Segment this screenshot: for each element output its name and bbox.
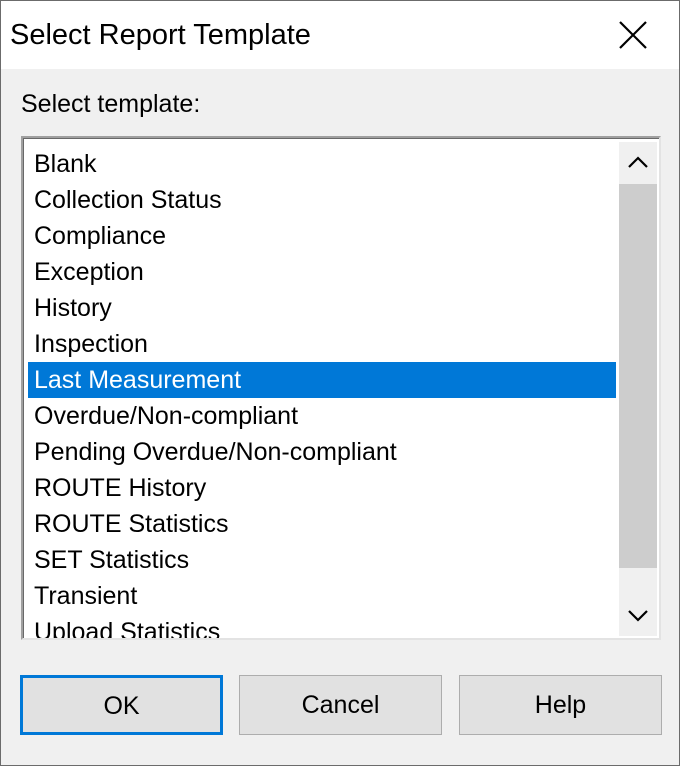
chevron-up-icon	[628, 156, 648, 168]
scroll-down-button[interactable]	[619, 596, 657, 636]
close-icon	[619, 21, 647, 49]
chevron-down-icon	[628, 610, 648, 622]
select-template-label: Select template:	[21, 90, 201, 118]
template-list-item[interactable]: Transient	[28, 578, 616, 614]
template-list-item[interactable]: ROUTE Statistics	[28, 506, 616, 542]
template-list-item[interactable]: Compliance	[28, 218, 616, 254]
template-listbox[interactable]: Blank Collection Status Compliance Exceptio…	[21, 136, 661, 640]
template-list-item[interactable]: ROUTE History	[28, 470, 616, 506]
help-button[interactable]: Help	[459, 675, 662, 735]
template-list-item[interactable]: History	[28, 290, 616, 326]
close-button[interactable]	[587, 1, 679, 69]
template-list-item[interactable]: Inspection	[28, 326, 616, 362]
cancel-button[interactable]: Cancel	[239, 675, 442, 735]
template-list-item[interactable]: Collection Status	[28, 182, 616, 218]
scroll-thumb[interactable]	[619, 184, 657, 568]
template-list[interactable]: Blank Collection Status Compliance Exceptio…	[28, 146, 616, 638]
scroll-up-button[interactable]	[619, 142, 657, 182]
ok-button[interactable]: OK	[20, 675, 223, 735]
template-list-item[interactable]: Pending Overdue/Non-compliant	[28, 434, 616, 470]
template-list-item[interactable]: Exception	[28, 254, 616, 290]
title-bar[interactable]: Select Report Template	[1, 1, 679, 69]
template-list-item[interactable]: Overdue/Non-compliant	[28, 398, 616, 434]
template-list-item[interactable]: Last Measurement	[28, 362, 616, 398]
select-report-template-dialog: Select Report Template Select template: …	[0, 0, 680, 766]
template-list-item[interactable]: Blank	[28, 146, 616, 182]
vertical-scrollbar[interactable]	[619, 142, 657, 636]
template-list-item[interactable]: Upload Statistics	[28, 614, 616, 638]
dialog-title: Select Report Template	[10, 19, 311, 51]
template-list-item[interactable]: SET Statistics	[28, 542, 616, 578]
